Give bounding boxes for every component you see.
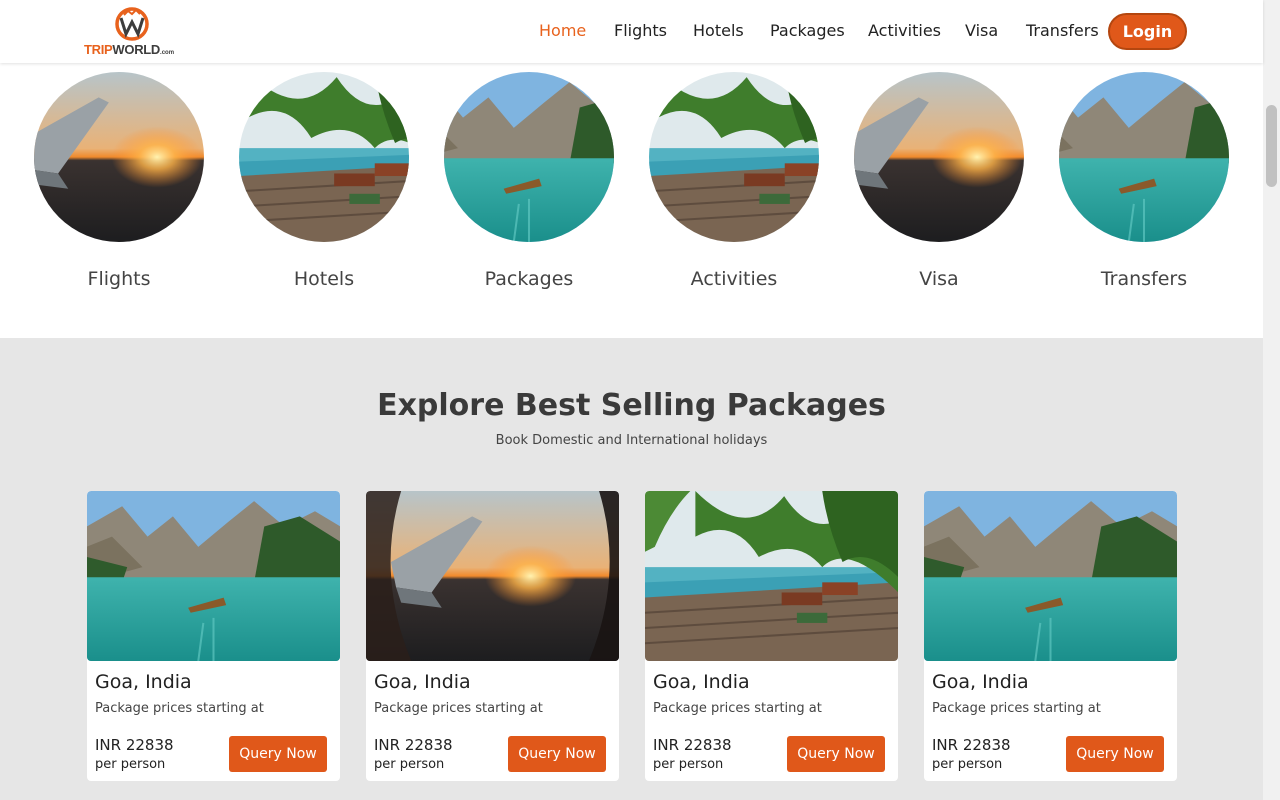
query-now-button[interactable]: Query Now [229,736,327,772]
mountain-lake-boat-photo [1059,72,1229,242]
site-header: TRIPWORLD.com Home Flights Hotels Packag… [0,0,1263,63]
category-image[interactable] [649,72,819,242]
package-price: INR 22838 [374,736,453,754]
airplane-window-sunset-photo [366,491,619,661]
category-label: Activities [690,268,778,290]
nav-visa[interactable]: Visa [965,21,998,40]
nav-hotels[interactable]: Hotels [693,21,744,40]
airplane-window-sunset-photo [34,72,204,242]
nav-home[interactable]: Home [539,21,586,40]
category-image[interactable] [34,72,204,242]
package-destination: Goa, India [95,671,192,693]
query-now-button[interactable]: Query Now [787,736,885,772]
globe-logo-icon [115,7,149,41]
package-destination: Goa, India [374,671,471,693]
package-price-caption: Package prices starting at [653,701,822,716]
package-price: INR 22838 [932,736,1011,754]
brand-wordmark: TRIPWORLD.com [84,42,175,57]
category-label: Transfers [1100,268,1188,290]
best-selling-packages-section: Explore Best Selling Packages Book Domes… [0,338,1263,800]
package-price-caption: Package prices starting at [932,701,1101,716]
query-now-button[interactable]: Query Now [508,736,606,772]
resort-pool-deck-photo [649,72,819,242]
resort-pool-deck-photo [239,72,409,242]
mountain-lake-boat-photo [444,72,614,242]
nav-transfers[interactable]: Transfers [1026,21,1099,40]
package-destination: Goa, India [932,671,1029,693]
package-price-unit: per person [374,757,445,772]
category-image[interactable] [1059,72,1229,242]
category-image[interactable] [239,72,409,242]
resort-pool-deck-photo [645,491,898,661]
airplane-window-sunset-photo [854,72,1024,242]
nav-activities[interactable]: Activities [868,21,941,40]
category-packages[interactable]: Packages [444,72,614,290]
category-image[interactable] [854,72,1024,242]
package-image[interactable] [366,491,619,661]
login-button[interactable]: Login [1108,13,1187,50]
package-image[interactable] [924,491,1177,661]
category-label: Flights [87,268,151,290]
category-activities[interactable]: Activities [649,72,819,290]
category-flights[interactable]: Flights [34,72,204,290]
package-price-unit: per person [932,757,1003,772]
package-card[interactable]: Goa, India Package prices starting at IN… [366,491,619,781]
package-image[interactable] [87,491,340,661]
package-price: INR 22838 [653,736,732,754]
category-visa[interactable]: Visa [854,72,1024,290]
category-hotels[interactable]: Hotels [239,72,409,290]
package-card[interactable]: Goa, India Package prices starting at IN… [645,491,898,781]
package-price-caption: Package prices starting at [95,701,264,716]
mountain-lake-boat-photo [924,491,1177,661]
category-label: Packages [484,268,574,290]
package-price-unit: per person [653,757,724,772]
category-label: Visa [919,268,959,290]
category-transfers[interactable]: Transfers [1059,72,1229,290]
category-image[interactable] [444,72,614,242]
mountain-lake-boat-photo [87,491,340,661]
section-subtitle: Book Domestic and International holidays [495,433,768,448]
query-now-button[interactable]: Query Now [1066,736,1164,772]
package-price: INR 22838 [95,736,174,754]
vertical-scrollbar[interactable] [1263,0,1280,800]
scrollbar-thumb[interactable] [1266,105,1277,187]
package-price-caption: Package prices starting at [374,701,543,716]
section-title: Explore Best Selling Packages [377,388,886,423]
package-card[interactable]: Goa, India Package prices starting at IN… [924,491,1177,781]
package-card[interactable]: Goa, India Package prices starting at IN… [87,491,340,781]
nav-packages[interactable]: Packages [770,21,845,40]
tripworld-logo[interactable]: TRIPWORLD.com [84,6,190,58]
package-destination: Goa, India [653,671,750,693]
nav-flights[interactable]: Flights [614,21,667,40]
package-image[interactable] [645,491,898,661]
category-label: Hotels [293,268,355,290]
package-price-unit: per person [95,757,166,772]
